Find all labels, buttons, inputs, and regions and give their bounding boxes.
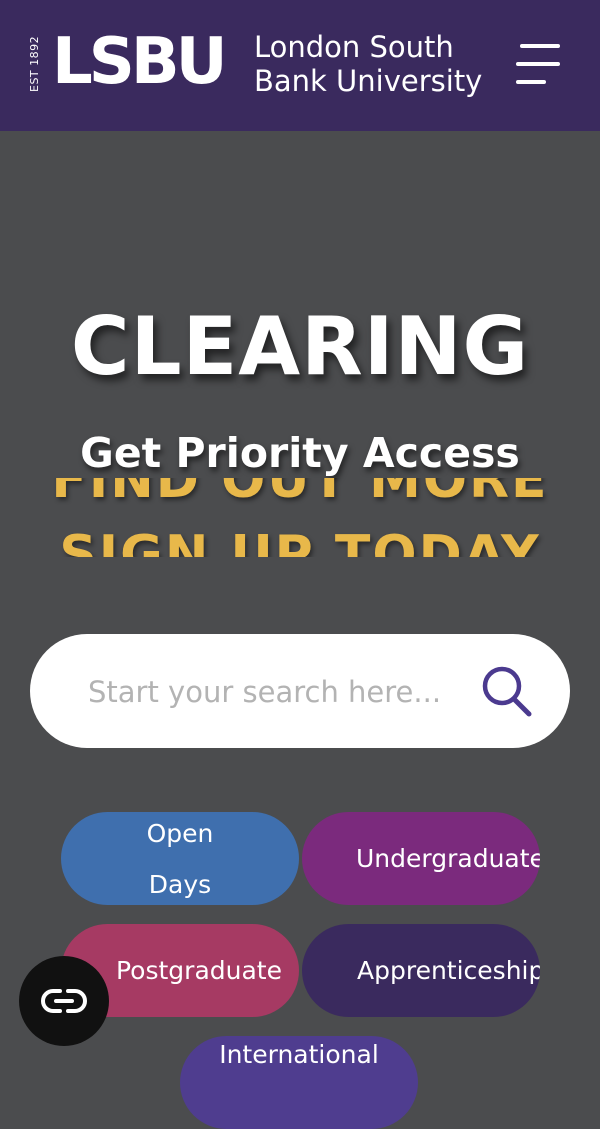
quick-link-apprenticeships[interactable]: Apprenticeships bbox=[302, 924, 540, 1017]
quick-link-label: Apprenticeships bbox=[357, 956, 540, 985]
chat-button[interactable] bbox=[19, 956, 109, 1046]
hero-title: CLEARING bbox=[70, 300, 530, 393]
hero-subtitle: Get Priority Access bbox=[80, 429, 520, 477]
quick-link-open-days[interactable]: Open Days bbox=[61, 812, 299, 905]
search-bar bbox=[30, 634, 570, 748]
cta-sign-up-today[interactable]: SIGN UP TODAY bbox=[0, 523, 600, 557]
quick-link-label: Open Days bbox=[146, 818, 214, 899]
site-header: EST 1892 LSBU London South Bank Universi… bbox=[0, 0, 600, 131]
quick-link-international[interactable]: International bbox=[180, 1036, 418, 1129]
cta-find-out-more-text: FIND OUT MORE bbox=[51, 478, 549, 510]
university-name-line2: Bank University bbox=[254, 64, 483, 98]
lsbu-logo[interactable]: LSBU bbox=[52, 22, 228, 102]
search-icon[interactable] bbox=[480, 664, 534, 718]
quick-link-undergraduate[interactable]: Undergraduate bbox=[302, 812, 540, 905]
cta-sign-up-today-text: SIGN UP TODAY bbox=[59, 525, 541, 557]
university-name-line1: London South bbox=[254, 30, 454, 64]
quick-link-label: Undergraduate bbox=[356, 844, 540, 873]
established-year: EST 1892 bbox=[28, 35, 41, 93]
hamburger-menu-icon[interactable] bbox=[514, 42, 562, 88]
chat-link-icon bbox=[41, 989, 87, 1013]
search-input[interactable] bbox=[86, 664, 480, 720]
university-name[interactable]: London South Bank University bbox=[254, 30, 482, 98]
quick-link-label: Postgraduate bbox=[116, 956, 282, 985]
cta-find-out-more[interactable]: FIND OUT MORE bbox=[0, 478, 600, 513]
